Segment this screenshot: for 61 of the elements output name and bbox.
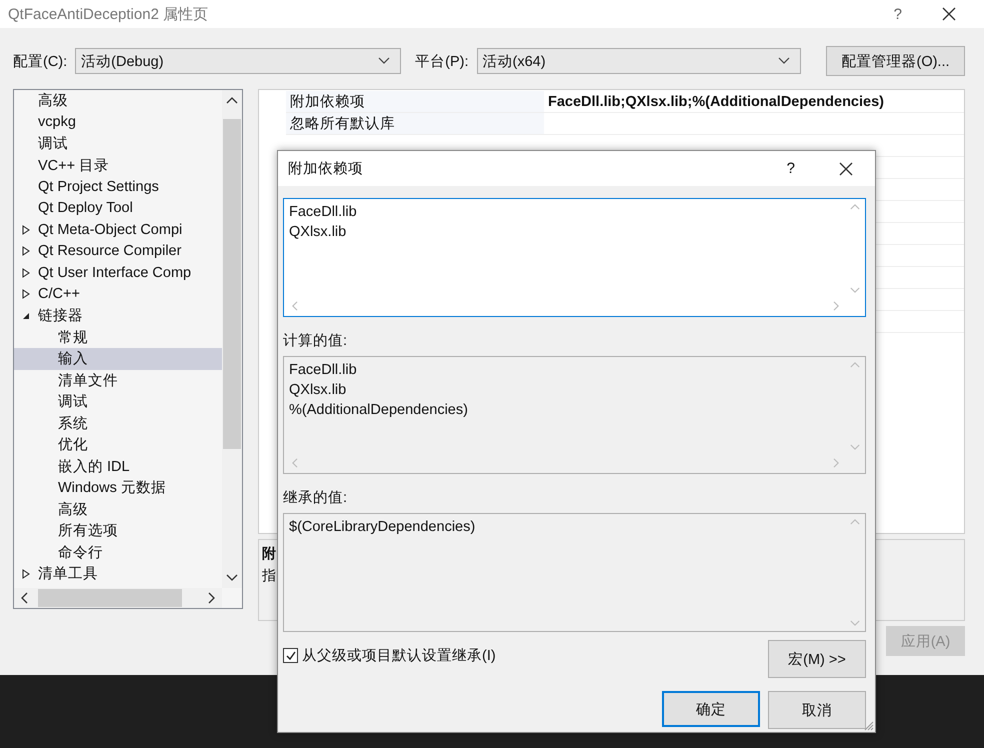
inherited-value-label: 继承的值: — [283, 489, 348, 507]
collapsed-arrow-icon[interactable] — [22, 568, 30, 579]
description-text: 指 — [262, 567, 276, 585]
dialog-title: 附加依赖项 — [288, 160, 364, 178]
help-button[interactable]: ? — [894, 6, 902, 22]
scroll-up-icon[interactable] — [226, 96, 238, 104]
checkmark-icon[interactable] — [284, 650, 296, 662]
tree-item[interactable]: 输入 — [14, 348, 222, 370]
scroll-right-icon[interactable] — [208, 592, 216, 604]
description-title: 附 — [262, 545, 276, 563]
chevron-down-icon[interactable] — [378, 57, 390, 65]
close-icon[interactable] — [839, 162, 853, 176]
help-button[interactable]: ? — [786, 160, 795, 177]
tree-item[interactable]: Windows 元数据 — [14, 477, 222, 498]
tree-item[interactable]: 高级 — [14, 90, 222, 112]
scroll-down-icon[interactable] — [226, 574, 238, 582]
tree-item[interactable]: vcpkg — [14, 112, 222, 133]
resize-grip-icon[interactable] — [864, 721, 874, 731]
ok-button[interactable]: 确定 — [662, 691, 760, 727]
config-manager-button[interactable]: 配置管理器(O)... — [826, 46, 965, 76]
tree-item[interactable]: 调试 — [14, 133, 222, 154]
inherit-checkbox[interactable]: 从父级或项目默认设置继承(I) — [283, 646, 496, 665]
tree-item[interactable]: 命令行 — [14, 542, 222, 563]
tree-item[interactable]: 调试 — [14, 391, 222, 412]
macros-button[interactable]: 宏(M) >> — [768, 640, 866, 678]
collapsed-arrow-icon[interactable] — [22, 224, 30, 235]
config-dropdown[interactable]: 活动(Debug) — [75, 48, 402, 74]
evaluated-value-label: 计算的值: — [283, 332, 348, 350]
tree-item[interactable]: Qt Resource Compiler — [14, 240, 222, 262]
config-label: 配置(C): — [13, 52, 68, 70]
tree-item[interactable]: C/C++ — [14, 284, 222, 305]
tree-item[interactable]: 清单文件 — [14, 370, 222, 391]
tree-item[interactable]: Qt User Interface Comp — [14, 262, 222, 284]
tree-item[interactable]: 嵌入的 IDL — [14, 456, 222, 477]
tree-item[interactable]: 优化 — [14, 434, 222, 456]
collapsed-arrow-icon[interactable] — [22, 289, 30, 300]
chevron-down-icon[interactable] — [778, 57, 790, 65]
property-value[interactable]: FaceDll.lib;QXlsx.lib;%(AdditionalDependencies) — [544, 94, 964, 110]
tree-item[interactable]: 系统 — [14, 412, 222, 434]
scroll-left-icon[interactable] — [20, 592, 28, 604]
scroll-thumb[interactable] — [223, 119, 241, 449]
close-icon[interactable] — [942, 7, 956, 21]
tree-item[interactable]: 清单工具 — [14, 563, 222, 584]
expanded-arrow-icon[interactable] — [22, 312, 30, 320]
tree-item[interactable]: 链接器 — [14, 305, 222, 326]
platform-label: 平台(P): — [415, 52, 469, 70]
tree-item[interactable]: 高级 — [14, 498, 222, 520]
tree-item[interactable]: Qt Project Settings — [14, 176, 222, 198]
tree-item[interactable]: 所有选项 — [14, 520, 222, 542]
cancel-button[interactable]: 取消 — [768, 691, 866, 729]
property-name[interactable]: 附加依赖项 — [286, 91, 544, 112]
platform-dropdown[interactable]: 活动(x64) — [476, 48, 801, 74]
window-title: QtFaceAntiDeception2 属性页 — [8, 4, 210, 24]
scroll-thumb[interactable] — [38, 589, 182, 607]
collapsed-arrow-icon[interactable] — [22, 246, 30, 256]
tree-item[interactable]: 常规 — [14, 326, 222, 348]
property-name[interactable]: 忽略所有默认库 — [286, 113, 544, 134]
tree-item[interactable]: VC++ 目录 — [14, 154, 222, 176]
collapsed-arrow-icon[interactable] — [22, 268, 30, 278]
tree-item[interactable]: Qt Deploy Tool — [14, 198, 222, 219]
tree-item[interactable]: Qt Meta-Object Compi — [14, 219, 222, 240]
